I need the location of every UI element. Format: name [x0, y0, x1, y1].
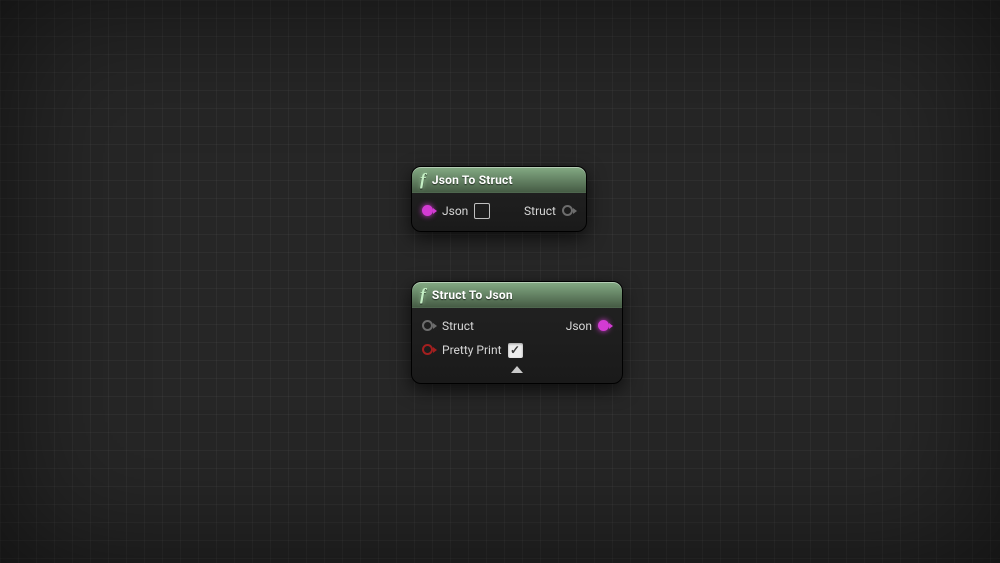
- output-label-struct: Struct: [524, 204, 556, 218]
- input-pin-json[interactable]: [422, 205, 436, 217]
- input-label-struct: Struct: [442, 319, 474, 333]
- node-body: Json Struct: [412, 193, 586, 231]
- node-struct-to-json[interactable]: f Struct To Json Struct Json Pretty Prin…: [411, 281, 623, 384]
- input-pin-pretty-print[interactable]: [422, 344, 436, 356]
- output-label-json: Json: [566, 319, 592, 333]
- input-pin-struct[interactable]: [422, 320, 436, 332]
- node-header[interactable]: f Json To Struct: [412, 167, 586, 193]
- checkmark-icon: ✓: [510, 344, 520, 356]
- output-pin-json[interactable]: [598, 320, 612, 332]
- function-icon: f: [420, 286, 426, 303]
- input-label-json: Json: [442, 204, 468, 218]
- function-icon: f: [420, 171, 426, 188]
- expand-node-icon[interactable]: [511, 366, 523, 373]
- node-json-to-struct[interactable]: f Json To Struct Json Struct: [411, 166, 587, 232]
- wildcard-type-selector[interactable]: [474, 203, 490, 219]
- input-label-pretty-print: Pretty Print: [442, 343, 502, 357]
- output-pin-struct[interactable]: [562, 205, 576, 217]
- pretty-print-checkbox[interactable]: ✓: [508, 343, 523, 358]
- node-title: Json To Struct: [432, 173, 513, 187]
- node-title: Struct To Json: [432, 288, 513, 302]
- node-header[interactable]: f Struct To Json: [412, 282, 622, 308]
- node-body: Struct Json Pretty Print ✓: [412, 308, 622, 383]
